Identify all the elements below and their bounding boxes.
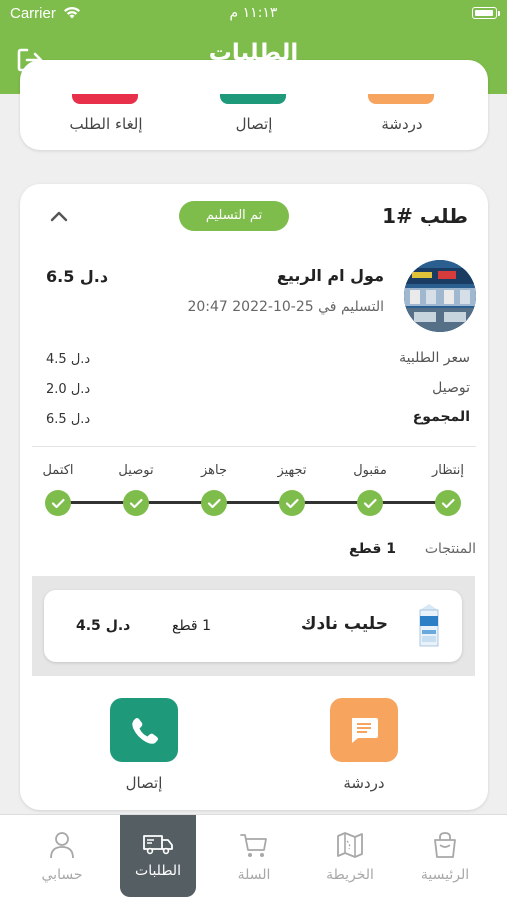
tab-cart[interactable]: السلة [214, 815, 294, 895]
chat-label[interactable]: دردشة [309, 774, 419, 792]
previous-order-card: إلغاء الطلب إتصال دردشة [20, 60, 488, 150]
store-name: مول ام الربيع [276, 266, 384, 285]
order-total: 6.5 د.ل [46, 267, 109, 286]
subtotal-label: سعر الطلبية [399, 350, 470, 366]
store-image [404, 260, 476, 332]
subtotal-value: 4.5 د.ل [46, 352, 91, 367]
map-icon [337, 832, 363, 858]
product-name: حليب نادك [300, 614, 388, 634]
step-label-completed: اكتمل [42, 463, 74, 478]
step-label-accepted: مقبول [353, 463, 387, 478]
total-value: 6.5 د.ل [46, 412, 91, 427]
status-badge: تم التسليم [179, 201, 289, 231]
step-check-icon [123, 490, 149, 516]
cart-icon [240, 834, 267, 857]
milk-carton-icon [419, 604, 439, 647]
product-price: 4.5 د.ل [76, 618, 131, 634]
truck-icon [143, 835, 173, 855]
list-item[interactable]: حليب نادك 1 قطع 4.5 د.ل [44, 590, 462, 662]
step-label-preparing: تجهيز [277, 463, 307, 478]
step-label-ready: جاهز [200, 463, 228, 478]
progress-line [60, 501, 450, 504]
phone-icon [132, 718, 158, 744]
step-check-icon [357, 490, 383, 516]
delivery-value: 2.0 د.ل [46, 382, 91, 397]
tab-label-home: الرئيسية [420, 867, 470, 883]
total-label: المجموع [412, 409, 470, 425]
tab-map[interactable]: الخريطة [310, 815, 390, 895]
battery-tip [498, 11, 500, 16]
order-card: طلب #1 تم التسليم مول ام الربيع 6.5 د.ل … [20, 184, 488, 810]
divider [32, 446, 476, 447]
bag-icon [434, 832, 456, 858]
step-check-icon [45, 490, 71, 516]
order-title: طلب #1 [382, 204, 468, 228]
battery-icon [472, 7, 497, 19]
tab-bar: الرئيسية الخريطة السلة الطلبات حسابي [0, 814, 507, 900]
step-label-waiting: إنتظار [431, 463, 465, 478]
call-label[interactable]: إتصال [194, 115, 314, 133]
status-time: ١١:١٣ م [229, 5, 278, 21]
delivery-date: التسليم في 25-10-2022 20:47 [187, 299, 384, 315]
tab-label-orders: الطلبات [135, 863, 181, 879]
cancel-order-label[interactable]: إلغاء الطلب [46, 115, 166, 133]
chat-label[interactable]: دردشة [342, 115, 462, 133]
products-count: 1 قطع [349, 541, 396, 557]
tab-account[interactable]: حسابي [22, 815, 102, 895]
cancel-order-button[interactable] [72, 94, 138, 104]
call-button[interactable] [220, 94, 286, 104]
tab-orders[interactable]: الطلبات [120, 815, 196, 897]
chevron-up-icon[interactable] [48, 206, 70, 226]
chat-icon [352, 718, 378, 743]
chat-button[interactable] [368, 94, 434, 104]
products-label: المنتجات [424, 541, 476, 557]
user-icon [50, 832, 74, 859]
status-bar: Carrier ١١:١٣ م [0, 0, 507, 28]
call-button[interactable] [110, 698, 178, 762]
chat-button[interactable] [330, 698, 398, 762]
tab-label-cart: السلة [237, 867, 271, 883]
step-check-icon [201, 490, 227, 516]
tab-label-map: الخريطة [326, 867, 374, 883]
products-list: حليب نادك 1 قطع 4.5 د.ل [32, 576, 475, 676]
product-qty: 1 قطع [172, 618, 211, 634]
call-label[interactable]: إتصال [89, 774, 199, 792]
step-label-delivering: توصيل [118, 463, 154, 478]
delivery-label: توصيل [432, 380, 470, 396]
tab-label-account: حسابي [41, 867, 83, 883]
step-check-icon [279, 490, 305, 516]
tab-home[interactable]: الرئيسية [405, 815, 485, 895]
step-check-icon [435, 490, 461, 516]
